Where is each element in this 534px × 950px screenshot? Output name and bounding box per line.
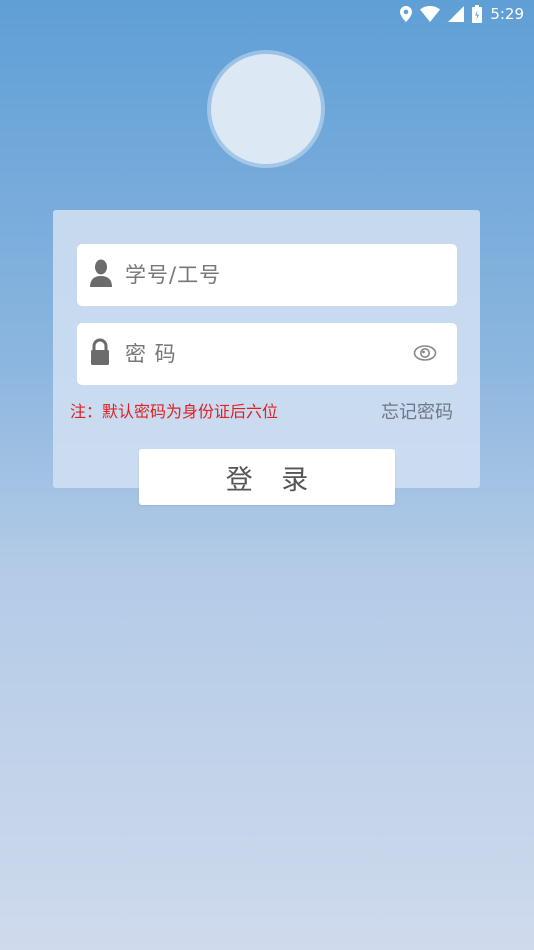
battery-icon: [472, 5, 483, 23]
avatar: [211, 54, 321, 164]
lock-icon: [89, 338, 111, 370]
password-field[interactable]: [77, 323, 457, 385]
username-field[interactable]: [77, 244, 457, 306]
user-icon: [89, 259, 113, 291]
location-icon: [400, 6, 413, 22]
password-input[interactable]: [123, 341, 407, 367]
default-password-hint: 注：默认密码为身份证后六位: [70, 402, 279, 421]
wifi-icon: [420, 6, 441, 22]
signal-icon: [448, 6, 465, 22]
status-time: 5:29: [490, 5, 524, 23]
forgot-password-link[interactable]: 忘记密码: [381, 398, 453, 424]
status-bar: 5:29: [0, 0, 534, 28]
login-button[interactable]: 登 录: [139, 449, 395, 505]
eye-icon[interactable]: [413, 343, 437, 367]
username-input[interactable]: [123, 262, 407, 288]
